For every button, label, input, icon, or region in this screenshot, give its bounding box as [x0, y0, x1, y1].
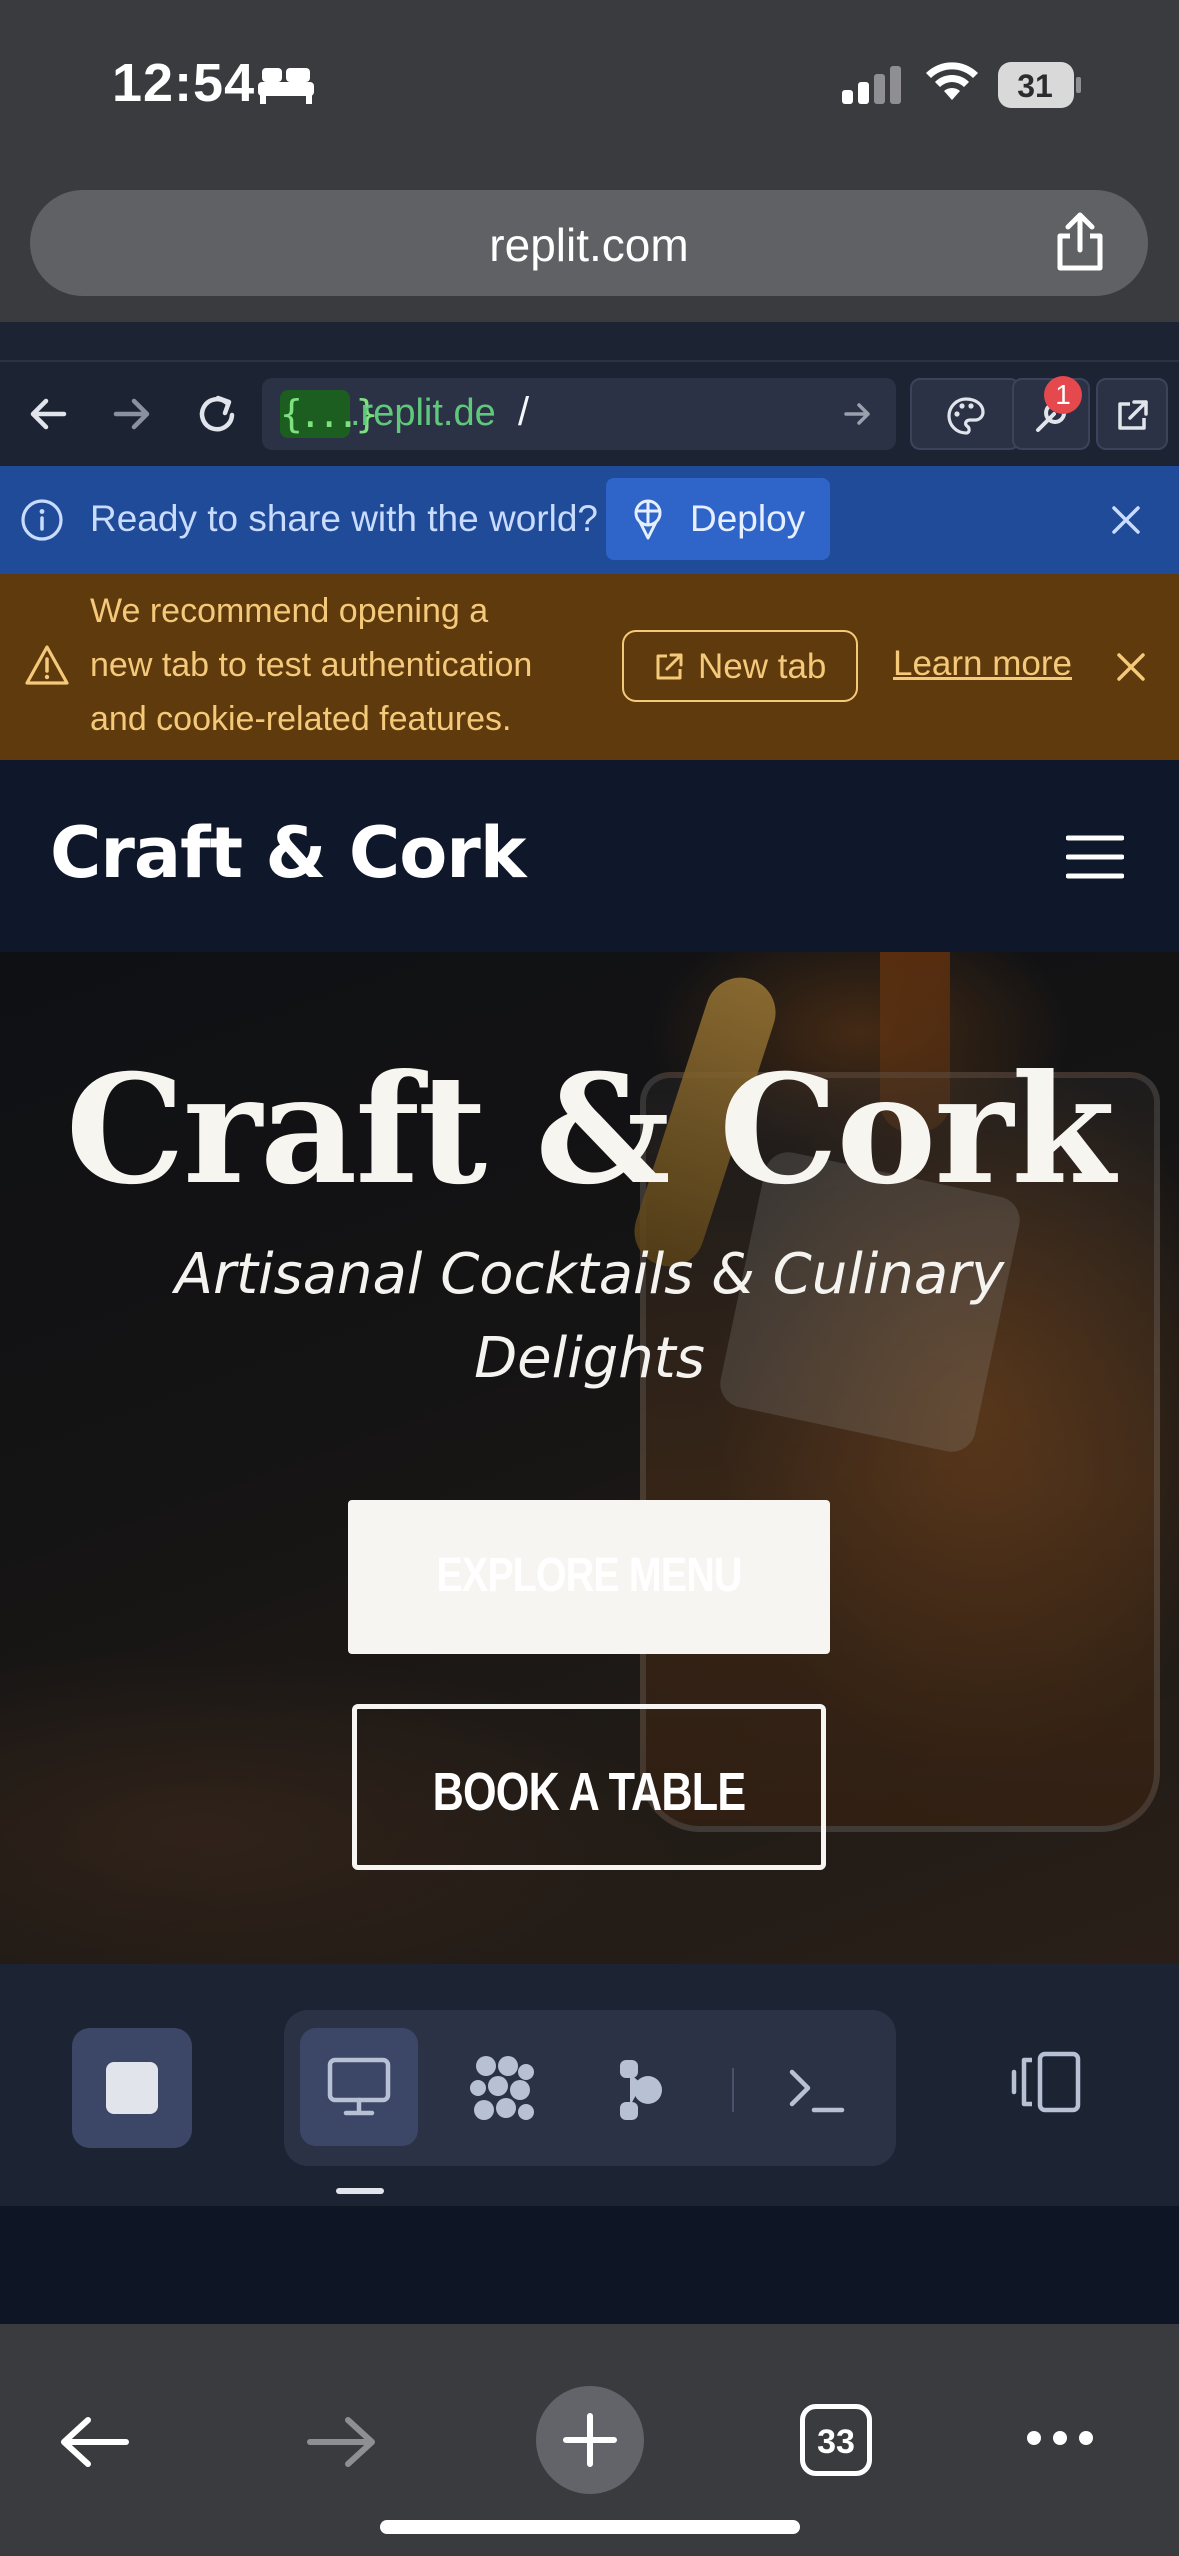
new-tab-label: New tab	[698, 647, 827, 686]
url-domain: .replit.de	[350, 392, 496, 434]
safari-back-icon[interactable]	[58, 2414, 130, 2470]
safari-address-bar[interactable]: replit.com	[30, 190, 1148, 296]
reload-icon[interactable]	[194, 392, 240, 438]
webview-tab[interactable]	[300, 2028, 418, 2146]
hero-subtitle-line: Delights	[474, 1326, 705, 1391]
open-in-new-tab-button[interactable]	[1096, 378, 1168, 450]
agent-icon[interactable]	[614, 2054, 670, 2126]
more-options-icon[interactable]	[1024, 2428, 1096, 2448]
bed-icon	[258, 64, 314, 104]
deploy-button[interactable]: Deploy	[606, 478, 830, 560]
safari-bottom-toolbar: 33	[0, 2324, 1179, 2556]
go-arrow-icon[interactable]	[842, 398, 874, 430]
device-layout-icon[interactable]	[1010, 2050, 1082, 2114]
monitor-icon	[327, 2057, 391, 2116]
plus-icon	[563, 2413, 617, 2467]
replit-bottom-strip	[0, 2206, 1179, 2324]
share-icon[interactable]	[1050, 210, 1110, 274]
back-arrow-icon[interactable]	[26, 392, 70, 436]
deploy-banner: Ready to share with the world? Deploy	[0, 466, 1179, 574]
deploy-banner-text: Ready to share with the world?	[90, 498, 598, 539]
close-icon[interactable]	[1114, 650, 1148, 684]
deploy-button-label: Deploy	[690, 498, 806, 539]
hero-section: Craft & Cork Artisanal Cocktails & Culin…	[0, 952, 1179, 1964]
safari-forward-icon[interactable]	[306, 2414, 378, 2470]
hamburger-menu-icon[interactable]	[1066, 834, 1124, 880]
tabs-count: 33	[817, 2423, 855, 2461]
cookie-warning-banner: We recommend opening a new tab to test a…	[0, 574, 1179, 760]
wifi-icon	[924, 60, 980, 104]
stop-button[interactable]	[72, 2028, 192, 2148]
cellular-signal-icon	[842, 66, 906, 106]
explore-menu-label: EXPLORE MENU	[436, 1549, 742, 1602]
stop-icon	[106, 2062, 158, 2114]
hero-title: Craft & Cork	[65, 1042, 1116, 1218]
home-indicator	[380, 2520, 800, 2534]
close-icon[interactable]	[1108, 502, 1144, 538]
external-link-icon	[652, 650, 686, 684]
learn-more-link[interactable]: Learn more	[893, 644, 1072, 684]
url-path: /	[518, 390, 530, 434]
replit-bottom-bar	[0, 1964, 1179, 2206]
warning-text-line: and cookie-related features.	[90, 700, 512, 738]
url-subdomain-badge: {...}	[280, 390, 378, 438]
palette-icon	[947, 397, 985, 435]
theme-palette-button[interactable]	[910, 378, 1020, 450]
book-table-button[interactable]: BOOK A TABLE	[352, 1704, 826, 1870]
safari-url-text: replit.com	[489, 219, 689, 271]
devtools-notification-badge: 1	[1044, 376, 1082, 414]
explore-menu-button[interactable]: EXPLORE MENU	[348, 1500, 830, 1654]
external-link-icon	[1118, 400, 1148, 430]
panel-switcher	[284, 2010, 896, 2166]
terminal-icon[interactable]	[786, 2066, 846, 2116]
safari-new-tab-button[interactable]	[536, 2386, 644, 2494]
warning-text-line: new tab to test authentication	[90, 646, 533, 684]
replit-top-strip	[0, 322, 1179, 362]
warning-text-line: We recommend opening a	[90, 592, 489, 630]
status-bar: 12:54 31	[0, 0, 1179, 180]
site-logo[interactable]: Craft & Cork	[50, 812, 526, 894]
divider	[732, 2068, 734, 2112]
info-icon	[20, 498, 64, 542]
status-time: 12:54	[112, 53, 256, 113]
site-navbar: Craft & Cork	[0, 760, 1179, 952]
tabs-overview-button[interactable]: 33	[800, 2404, 872, 2476]
forward-arrow-icon[interactable]	[110, 392, 154, 436]
warning-icon	[24, 644, 70, 686]
book-table-label: BOOK A TABLE	[432, 1762, 747, 1822]
replit-webview-toolbar: {...} .replit.de /	[0, 362, 1179, 466]
active-tab-indicator	[336, 2188, 384, 2194]
hero-subtitle-line: Artisanal Cocktails & Culinary	[174, 1242, 1005, 1307]
battery-percentage: 31	[1017, 68, 1053, 104]
deploy-balloon-icon	[628, 498, 668, 542]
new-tab-button[interactable]: New tab	[622, 630, 858, 702]
webview-url-field[interactable]: {...} .replit.de /	[262, 378, 896, 450]
workspace-icon[interactable]	[464, 2050, 544, 2130]
